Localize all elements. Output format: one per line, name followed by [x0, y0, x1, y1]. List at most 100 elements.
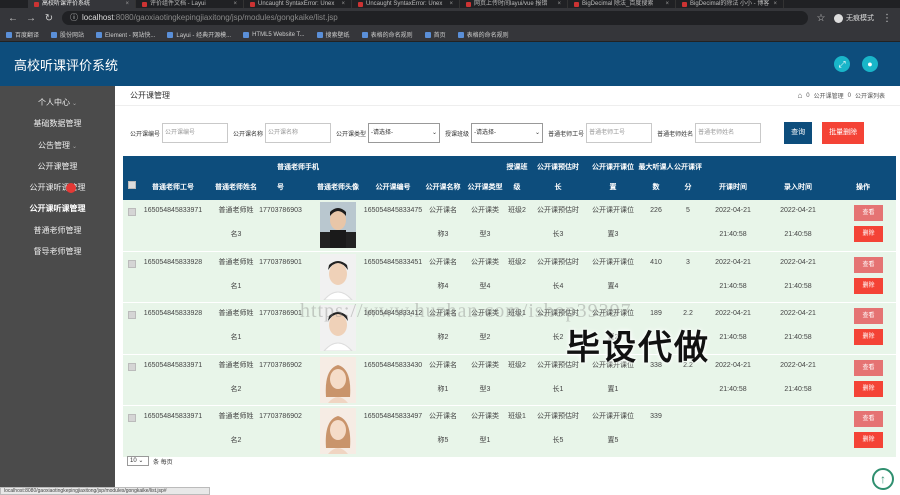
table-cell: 名2 — [230, 385, 242, 393]
url-path: :8080/gaoxiaotingkepingjiaxitong/jsp/mod… — [113, 13, 338, 22]
close-icon[interactable]: × — [125, 0, 129, 8]
bookmark-item[interactable]: 百度翻译 — [6, 30, 39, 39]
filter-label: 公开课类型 — [336, 131, 367, 138]
home-icon[interactable]: ⌂ — [797, 91, 802, 100]
table-cell: 型2 — [479, 334, 491, 341]
sidebar-item[interactable]: 公开课听课管理 — [0, 198, 115, 219]
table-body: 165054845833971 普通老师姓 名3 17703786903 1650548… — [123, 200, 896, 458]
table-cell: 2022-04-21 — [715, 258, 751, 266]
table-cell: 长3 — [552, 231, 564, 238]
teacher-avatar — [320, 253, 356, 300]
teacher-no-input[interactable]: 普通老师工号 — [586, 123, 653, 143]
breadcrumb-item: 公开课列表 — [854, 94, 885, 100]
col-header: 公开课评 — [674, 164, 702, 171]
sidebar-item[interactable]: 督导老师管理 — [0, 241, 115, 262]
back-icon[interactable]: ← — [8, 13, 18, 24]
page-size-select[interactable]: 10 ⌄ — [127, 456, 149, 466]
browser-tab[interactable]: Uncaught SyntaxError: Unex × — [352, 0, 460, 8]
search-button[interactable]: 查询 — [784, 122, 813, 144]
course-type-select[interactable]: -请选择- ⌄ — [368, 123, 441, 143]
browser-tab[interactable]: Uncaught SyntaxError: Unex × — [244, 0, 352, 8]
teacher-avatar — [320, 356, 356, 403]
incognito-indicator[interactable]: 无痕模式 — [834, 13, 874, 23]
bookmark-item[interactable]: Layui - 经典开源模... — [167, 30, 231, 39]
bookmark-item[interactable]: HTML5 Website T... — [243, 31, 305, 38]
table-cell: 21:40:58 — [719, 385, 747, 393]
close-icon[interactable]: × — [557, 0, 561, 8]
sidebar: 个人中心 ⌄ 基础数据管理 公告管理 ⌄ 公开课管理 公开课听课管理 公开课听课管理 普通老师管… — [0, 86, 115, 495]
table-cell: 2022-04-21 — [780, 361, 816, 369]
bookmark-item[interactable]: 表格的命名规则 — [457, 30, 509, 39]
browser-tab[interactable]: BigDecimal 除法_百度搜索 × — [568, 0, 676, 8]
sidebar-item[interactable]: 基础数据管理 — [0, 113, 115, 134]
table-cell: 17703786902 — [259, 361, 302, 369]
user-icon[interactable]: ● — [862, 56, 878, 72]
table-cell: 2022-04-21 — [780, 207, 816, 214]
table-cell: 置4 — [607, 282, 619, 290]
browser-tab[interactable]: 网页上传时间layui/vue 报错 × — [460, 0, 568, 8]
page-size-label: 条 每页 — [153, 459, 173, 466]
view-button[interactable]: 查看 — [854, 359, 883, 376]
col-header: 号 — [277, 184, 284, 191]
browser-tab[interactable]: 评价组件文档 - Layui × — [136, 0, 244, 8]
sidebar-item[interactable]: 个人中心 ⌄ — [0, 92, 115, 113]
col-header: 普通老师手机 — [277, 164, 319, 171]
col-header: 长 — [554, 184, 562, 191]
close-icon[interactable]: × — [665, 0, 669, 8]
breadcrumb-item[interactable]: 公开课管理 — [814, 91, 844, 100]
table-cell: 称2 — [437, 334, 449, 341]
favicon-icon — [682, 1, 687, 7]
table-row: 165054845833971 普通老师姓 名2 17703786902 1650548… — [123, 406, 896, 458]
reload-icon[interactable]: ↻ — [44, 13, 54, 24]
table-row: 165054845833928 普通老师姓 名1 17703786901 1650548… — [123, 251, 896, 303]
delete-button[interactable]: 删除 — [854, 329, 883, 345]
browser-tab[interactable]: 高校听课评价系统 × — [28, 0, 136, 8]
address-bar[interactable]: ⓘ localhost:8080/gaoxiaotingkepingjiaxit… — [62, 11, 808, 25]
table-cell: 21:40:58 — [784, 334, 812, 341]
pagination: 10 ⌄ 条 每页 — [127, 456, 173, 466]
course-no-input[interactable]: 公开课编号 — [162, 123, 229, 143]
bookmark-item[interactable]: 表格的命名规则 — [361, 30, 413, 39]
table-cell: 339 — [650, 413, 662, 420]
forward-icon[interactable]: → — [26, 13, 36, 24]
view-button[interactable]: 查看 — [854, 308, 883, 324]
view-button[interactable]: 查看 — [854, 411, 883, 427]
bookmark-icon — [51, 31, 58, 38]
scroll-to-top-button[interactable]: ↑ — [872, 468, 894, 490]
delete-button[interactable]: 删除 — [854, 226, 883, 242]
sidebar-item[interactable]: 公开课听课管理 — [0, 177, 115, 198]
course-name-input[interactable]: 公开课名称 — [265, 123, 332, 143]
bulk-delete-button[interactable]: 批量删除 — [822, 122, 865, 144]
table-cell: 名1 — [230, 334, 242, 341]
fullscreen-icon[interactable]: ⤢ — [834, 56, 850, 72]
delete-button[interactable]: 删除 — [854, 432, 883, 448]
teacher-name-input[interactable]: 普通老师姓名 — [695, 123, 762, 143]
sidebar-item[interactable]: 公开课管理 — [0, 156, 115, 177]
sidebar-item[interactable]: 公告管理 ⌄ — [0, 135, 115, 156]
menu-icon[interactable]: ⋮ — [882, 13, 892, 24]
bookmark-item[interactable]: 首页 — [424, 30, 446, 39]
close-icon[interactable]: × — [341, 0, 345, 8]
browser-tab[interactable]: BigDecimal的除法 小小 - 博客 × — [676, 0, 784, 8]
close-icon[interactable]: × — [233, 0, 237, 8]
bookmark-item[interactable]: 股份网站 — [51, 30, 84, 39]
star-icon[interactable]: ☆ — [816, 13, 826, 24]
bookmark-item[interactable]: Element - 网站快... — [96, 30, 155, 39]
main-content: 公开课管理 ⌂ 0 公开课管理 0 公开课列表 公开课编号 公开课编号 公开课名… — [115, 86, 900, 495]
view-button[interactable]: 查看 — [854, 256, 883, 273]
sidebar-item[interactable]: 普通老师管理 — [0, 220, 115, 241]
browser-tab-strip: 高校听课评价系统 × 评价组件文档 - Layui × Uncaught SyntaxE… — [0, 0, 900, 8]
delete-button[interactable]: 删除 — [854, 380, 883, 397]
close-icon[interactable]: × — [449, 0, 453, 8]
view-button[interactable]: 查看 — [854, 205, 883, 221]
filter-bar: 公开课编号 公开课编号 公开课名称 公开课名称 公开课类型 -请选择- ⌄ 授课班… — [130, 122, 890, 144]
watermark-text: 毕设代做 — [566, 329, 710, 367]
col-header: 公开课预估时 — [537, 164, 579, 171]
class-select[interactable]: -请选择- ⌄ — [471, 123, 544, 143]
close-icon[interactable]: × — [773, 0, 777, 8]
info-icon: ⓘ — [70, 13, 78, 22]
delete-button[interactable]: 删除 — [854, 277, 883, 294]
bookmark-item[interactable]: 搜索壁纸 — [316, 30, 350, 39]
filter-label: 普通老师姓名 — [657, 131, 694, 138]
table-cell: 2022-04-21 — [715, 207, 751, 214]
